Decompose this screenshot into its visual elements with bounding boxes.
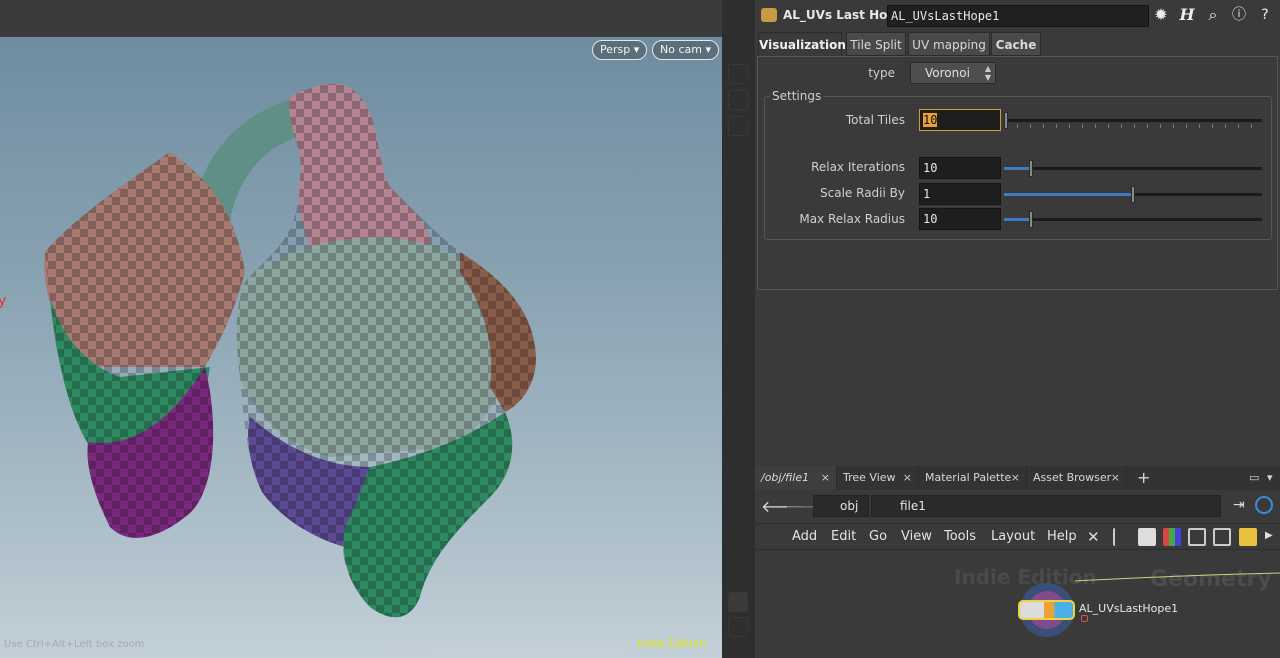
scale-radii-slider[interactable]: [1004, 186, 1262, 203]
wrench-icon[interactable]: ✕: [1087, 528, 1105, 546]
tab-obj-file1[interactable]: /obj/file1 ×: [755, 466, 837, 490]
viewport-toolbar: [0, 0, 722, 37]
type-label: type: [868, 66, 895, 80]
menu-add[interactable]: Add: [792, 529, 817, 544]
color-palette-icon[interactable]: [1163, 528, 1181, 546]
network-tabs: /obj/file1 × Tree View × Material Palette ×…: [755, 466, 1280, 490]
menu-edit[interactable]: Edit: [831, 529, 856, 544]
settings-legend: Settings: [770, 89, 824, 103]
node-type-label: AL_UVs Last Hope: [783, 8, 905, 22]
slider-handle[interactable]: [1004, 112, 1008, 129]
slider-handle[interactable]: [1131, 186, 1135, 203]
menu-layout[interactable]: Layout: [991, 529, 1035, 544]
max-relax-radius-field[interactable]: 10: [919, 208, 1001, 230]
parameter-header: AL_UVs Last Hope AL_UVsLastHope1 ✹ H ⌕ ⓘ…: [755, 0, 1280, 31]
close-icon[interactable]: ×: [821, 466, 830, 490]
info-icon[interactable]: ⓘ: [1228, 4, 1250, 26]
sticky-note-icon[interactable]: [1239, 528, 1257, 546]
houdini-help-icon[interactable]: H: [1176, 4, 1198, 26]
add-tab-icon[interactable]: +: [1131, 466, 1151, 490]
tab-material-palette[interactable]: Material Palette ×: [919, 466, 1027, 490]
total-tiles-label: Total Tiles: [845, 113, 905, 127]
close-icon[interactable]: ×: [903, 466, 912, 490]
dropdown-arrows-icon: ▲ ▼: [984, 64, 991, 82]
close-icon[interactable]: ×: [1111, 466, 1120, 490]
toolbar-slot: [728, 617, 748, 637]
max-relax-radius-slider[interactable]: [1004, 211, 1262, 228]
slider-handle[interactable]: [1029, 160, 1033, 177]
viewport-status-bar: [430, 640, 630, 654]
menu-tools[interactable]: Tools: [944, 529, 976, 544]
slider-handle[interactable]: [1029, 211, 1033, 228]
node-name-field[interactable]: AL_UVsLastHope1: [887, 5, 1149, 27]
tab-uv-mapping[interactable]: UV mapping: [908, 32, 990, 56]
search-icon[interactable]: ⌕: [1202, 4, 1224, 26]
tab-cache[interactable]: Cache: [991, 32, 1041, 56]
network-menu-bar: Add Edit Go View Tools Layout Help ✕ ▶: [755, 523, 1280, 550]
toolbar-slot: [728, 90, 748, 110]
indie-watermark: Indie Edition: [637, 637, 706, 650]
pin-icon[interactable]: ⇥: [1233, 497, 1245, 513]
max-relax-radius-label: Max Relax Radius: [799, 212, 905, 226]
node-box[interactable]: [1018, 600, 1075, 620]
viewport-hint: Use Ctrl+Alt+Left box zoom: [4, 639, 145, 650]
parameter-tabs: Visualization Tile Split UV mapping Cach…: [758, 32, 1278, 56]
toolbar-slot: [728, 116, 748, 136]
layout-icon[interactable]: [1213, 528, 1231, 546]
node-type-icon: [761, 8, 777, 22]
parameter-body: type Voronoi ▲ ▼ Settings Total Tiles 10 …: [757, 56, 1278, 290]
camera-menu-button[interactable]: No cam ▾: [652, 40, 719, 60]
node-label: AL_UVsLastHope1: [1079, 602, 1179, 615]
tab-tile-split[interactable]: Tile Split: [846, 32, 906, 56]
relax-iterations-slider[interactable]: [1004, 160, 1262, 177]
menu-view[interactable]: View: [901, 529, 932, 544]
total-tiles-field[interactable]: 10: [919, 109, 1001, 131]
grid-icon[interactable]: [1188, 528, 1206, 546]
pane-menu-icon[interactable]: ▾: [1261, 466, 1277, 490]
relax-iterations-label: Relax Iterations: [811, 160, 905, 174]
total-tiles-slider[interactable]: [1004, 112, 1262, 129]
tab-visualization[interactable]: Visualization: [758, 32, 846, 56]
tree-icon[interactable]: [1113, 528, 1131, 546]
perspective-menu-button[interactable]: Persp ▾: [592, 40, 648, 60]
list-icon[interactable]: [1138, 528, 1156, 546]
network-path-bar: 🡐 🡒 obj file1 ⇥: [755, 491, 1280, 521]
axis-marker: y: [0, 293, 7, 309]
more-icon[interactable]: ▶: [1265, 530, 1273, 541]
path-crumb-file1[interactable]: file1: [871, 495, 1221, 517]
type-dropdown[interactable]: Voronoi ▲ ▼: [910, 62, 996, 84]
lock-icon[interactable]: [1081, 615, 1088, 622]
close-icon[interactable]: ×: [1011, 466, 1020, 490]
parameter-empty-area: [755, 291, 1280, 462]
tab-asset-browser[interactable]: Asset Browser ×: [1027, 466, 1127, 490]
gear-icon[interactable]: ✹: [1150, 4, 1172, 26]
link-icon[interactable]: [1255, 496, 1273, 514]
pane-layout-icon[interactable]: ▭: [1243, 466, 1259, 490]
scale-radii-label: Scale Radii By: [820, 186, 905, 200]
mesh-render: [44, 83, 536, 618]
pane-divider[interactable]: [722, 0, 755, 658]
relax-iterations-field[interactable]: 10: [919, 157, 1001, 179]
menu-help[interactable]: Help: [1047, 529, 1077, 544]
tab-tree-view[interactable]: Tree View ×: [837, 466, 919, 490]
toolbar-slot: [728, 592, 748, 612]
scale-radii-field[interactable]: 1: [919, 183, 1001, 205]
toolbar-slot: [728, 64, 748, 84]
menu-go[interactable]: Go: [869, 529, 887, 544]
help-icon[interactable]: ?: [1254, 4, 1276, 26]
scene-viewport[interactable]: Persp ▾ No cam ▾ y Use Ctrl+Alt+Left box…: [0, 37, 722, 658]
path-crumb-obj[interactable]: obj: [813, 495, 869, 517]
network-canvas[interactable]: Indie Edition Geometry AL_UVsLastHope1: [755, 551, 1280, 658]
